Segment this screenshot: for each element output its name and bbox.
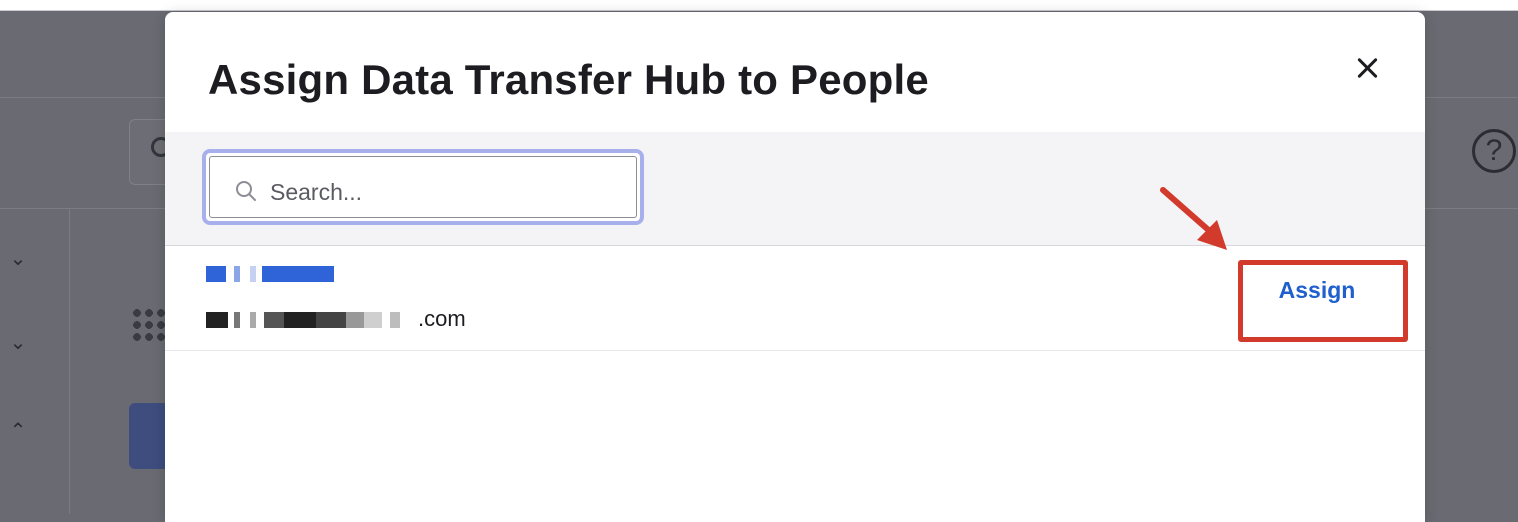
search-bar-area [165, 132, 1425, 246]
search-input[interactable] [268, 169, 632, 215]
chevron-down-icon: ⌄ [9, 248, 27, 270]
search-box-inner [209, 156, 637, 218]
sidebar-divider [69, 208, 70, 514]
chevron-down-icon: ⌄ [9, 332, 27, 354]
close-button[interactable] [1351, 52, 1383, 84]
user-email-redacted [206, 312, 400, 328]
background-app-tile [129, 403, 169, 469]
highlight-box [1238, 260, 1408, 342]
apps-grid-icon [131, 307, 167, 341]
user-name-redacted [206, 266, 334, 282]
assign-dialog: Assign Data Transfer Hub to People .com … [165, 12, 1425, 522]
user-email-suffix: .com [418, 306, 466, 331]
dialog-title: Assign Data Transfer Hub to People [208, 56, 929, 103]
user-row: .com Assign [165, 246, 1425, 351]
search-icon [236, 181, 256, 201]
search-box[interactable] [202, 149, 644, 225]
arrow-icon [1160, 187, 1227, 250]
browser-top-strip [0, 0, 1518, 11]
help-icon: ? [1472, 129, 1516, 173]
chevron-up-icon: ⌃ [9, 420, 27, 442]
